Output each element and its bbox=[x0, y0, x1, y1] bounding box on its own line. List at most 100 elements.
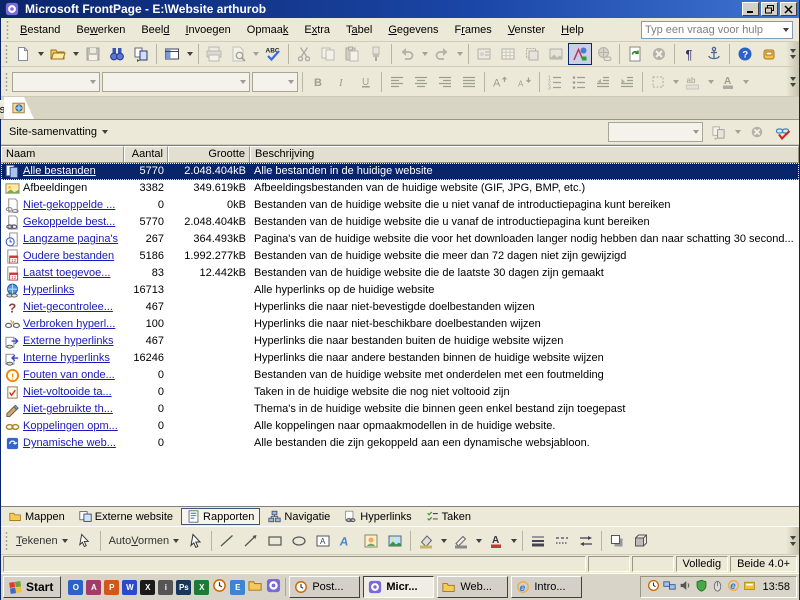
align-left-button[interactable] bbox=[385, 71, 409, 93]
outlook-quicklaunch-icon[interactable]: O bbox=[68, 579, 84, 595]
verify-hyperlinks-button[interactable] bbox=[771, 121, 795, 143]
tray-audio-icon[interactable] bbox=[679, 579, 692, 595]
menu-invoegen[interactable]: Invoegen bbox=[177, 21, 238, 39]
taskbar-button-micr[interactable]: Micr... bbox=[363, 576, 435, 598]
report-name[interactable]: Gekoppelde best... bbox=[23, 214, 115, 231]
open-button[interactable] bbox=[46, 43, 70, 65]
ins-table-button[interactable] bbox=[496, 43, 520, 65]
menu-bestand[interactable]: Bestand bbox=[12, 21, 68, 39]
excel-quicklaunch-icon[interactable]: X bbox=[194, 579, 210, 595]
toggle-pane-dropdown[interactable] bbox=[184, 43, 195, 65]
report-row[interactable]: Niet-gebruikte th... 0 Thema's in de huidi… bbox=[1, 401, 799, 418]
d-dash-button[interactable] bbox=[550, 530, 574, 552]
d-clipart-button[interactable] bbox=[359, 530, 383, 552]
print-button[interactable] bbox=[202, 43, 226, 65]
fontcolor-button[interactable]: A bbox=[716, 71, 740, 93]
menu-gegevens[interactable]: Gegevens bbox=[380, 21, 446, 39]
undo-dropdown[interactable] bbox=[419, 43, 430, 65]
stop-button[interactable] bbox=[647, 43, 671, 65]
paste-button[interactable] bbox=[340, 43, 364, 65]
formatting-toolbar-grip[interactable] bbox=[4, 72, 9, 91]
editor-quicklaunch-icon[interactable]: E bbox=[230, 579, 246, 595]
menu-tabel[interactable]: Tabel bbox=[338, 21, 380, 39]
d-textbox-button[interactable]: A bbox=[311, 530, 335, 552]
column-header-aantal[interactable]: Aantal bbox=[124, 146, 168, 162]
d-line-button[interactable] bbox=[215, 530, 239, 552]
column-header-naam[interactable]: Naam bbox=[1, 146, 124, 162]
minimize-button[interactable] bbox=[742, 2, 759, 16]
report-name[interactable]: Fouten van onde... bbox=[23, 367, 115, 384]
justify-button[interactable] bbox=[457, 71, 481, 93]
menu-opmaak[interactable]: Opmaak bbox=[239, 21, 297, 39]
report-row[interactable]: Interne hyperlinks 16246 Hyperlinks die na… bbox=[1, 350, 799, 367]
view-hyperlinks[interactable]: Hyperlinks bbox=[338, 508, 417, 525]
highlight-button[interactable]: ab bbox=[681, 71, 705, 93]
report-name[interactable]: Dynamische web... bbox=[23, 435, 116, 452]
style-combobox[interactable] bbox=[12, 71, 100, 92]
column-header-beschrijving[interactable]: Beschrijving bbox=[250, 146, 799, 162]
d-picture-button[interactable] bbox=[383, 530, 407, 552]
report-row[interactable]: Alle bestanden 5770 2.048.404kB Alle bestan… bbox=[1, 163, 799, 180]
report-name[interactable]: Verbroken hyperl... bbox=[23, 316, 115, 333]
d-oval-button[interactable] bbox=[287, 530, 311, 552]
d-select-button[interactable] bbox=[184, 530, 208, 552]
report-name[interactable]: Langzame pagina's bbox=[23, 231, 118, 248]
font-shrink-button[interactable]: A bbox=[512, 71, 536, 93]
indent-button[interactable] bbox=[615, 71, 639, 93]
report-name[interactable]: Niet-gekoppelde ... bbox=[23, 197, 115, 214]
report-name[interactable]: Niet-gecontrolee... bbox=[23, 299, 113, 316]
align-center-button[interactable] bbox=[409, 71, 433, 93]
report-name[interactable]: Alle bestanden bbox=[23, 163, 96, 180]
tray-clock-icon[interactable] bbox=[647, 579, 660, 595]
frontpage-quicklaunch-icon[interactable] bbox=[266, 578, 281, 596]
tray-mouse-icon[interactable] bbox=[711, 579, 724, 595]
standard-toolbar-grip[interactable] bbox=[4, 45, 9, 63]
select-objects-button[interactable] bbox=[73, 530, 97, 552]
d-linecolor-dropdown[interactable] bbox=[473, 530, 484, 552]
menu-extra[interactable]: Extra bbox=[296, 21, 338, 39]
size-combobox[interactable] bbox=[252, 71, 298, 92]
bold-button[interactable]: B bbox=[306, 71, 330, 93]
restore-button[interactable] bbox=[761, 2, 778, 16]
report-row[interactable]: Niet-voltooide ta... 0 Taken in de huidige… bbox=[1, 384, 799, 401]
menu-beeld[interactable]: Beeld bbox=[133, 21, 177, 39]
highlight-dropdown[interactable] bbox=[705, 71, 716, 93]
d-arrowstyle-button[interactable] bbox=[574, 530, 598, 552]
report-name[interactable]: Oudere bestanden bbox=[23, 248, 114, 265]
drawing-button[interactable] bbox=[568, 43, 592, 65]
open-dropdown[interactable] bbox=[70, 43, 81, 65]
report-row[interactable]: ? Niet-gecontrolee... 467 Hyperlinks die na… bbox=[1, 299, 799, 316]
tray-network-icon[interactable] bbox=[663, 579, 677, 595]
font-grow-button[interactable]: A bbox=[488, 71, 512, 93]
menu-venster[interactable]: Venster bbox=[500, 21, 553, 39]
column-header-grootte[interactable]: Grootte bbox=[168, 146, 250, 162]
redo-button[interactable] bbox=[430, 43, 454, 65]
folder-quicklaunch-icon[interactable] bbox=[248, 578, 263, 596]
borders-button[interactable] bbox=[646, 71, 670, 93]
menubar-grip[interactable] bbox=[5, 20, 10, 39]
report-row[interactable]: ! Fouten van onde... 0 Bestanden van de hui… bbox=[1, 367, 799, 384]
new-page-button[interactable] bbox=[11, 43, 35, 65]
taskbar-button-intro[interactable]: e Intro... bbox=[511, 576, 583, 598]
report-name[interactable]: Hyperlinks bbox=[23, 282, 74, 299]
word-quicklaunch-icon[interactable]: W bbox=[122, 579, 138, 595]
underline-button[interactable]: U bbox=[354, 71, 378, 93]
report-name[interactable]: Externe hyperlinks bbox=[23, 333, 114, 350]
menu-bewerken[interactable]: Bewerken bbox=[68, 21, 133, 39]
bullets-button[interactable] bbox=[567, 71, 591, 93]
fontcolor-dropdown[interactable] bbox=[740, 71, 751, 93]
web-component-button[interactable] bbox=[472, 43, 496, 65]
d-arrow-button[interactable] bbox=[239, 530, 263, 552]
report-row[interactable]: Langzame pagina's 267 364.493kB Pagina's va… bbox=[1, 231, 799, 248]
tray-ie-icon[interactable]: e bbox=[727, 579, 740, 595]
help-button[interactable]: ? bbox=[733, 43, 757, 65]
report-name[interactable]: Niet-gebruikte th... bbox=[23, 401, 113, 418]
report-name[interactable]: Niet-voltooide ta... bbox=[23, 384, 112, 401]
fontcolor-dropdown[interactable] bbox=[508, 530, 519, 552]
view-rapporten[interactable]: Rapporten bbox=[181, 508, 261, 525]
d-fill-button[interactable] bbox=[414, 530, 438, 552]
spelling-button[interactable]: ABC bbox=[261, 43, 285, 65]
access-quicklaunch-icon[interactable]: A bbox=[86, 579, 102, 595]
taskbar-button-web[interactable]: Web... bbox=[437, 576, 509, 598]
menu-help[interactable]: Help bbox=[553, 21, 592, 39]
